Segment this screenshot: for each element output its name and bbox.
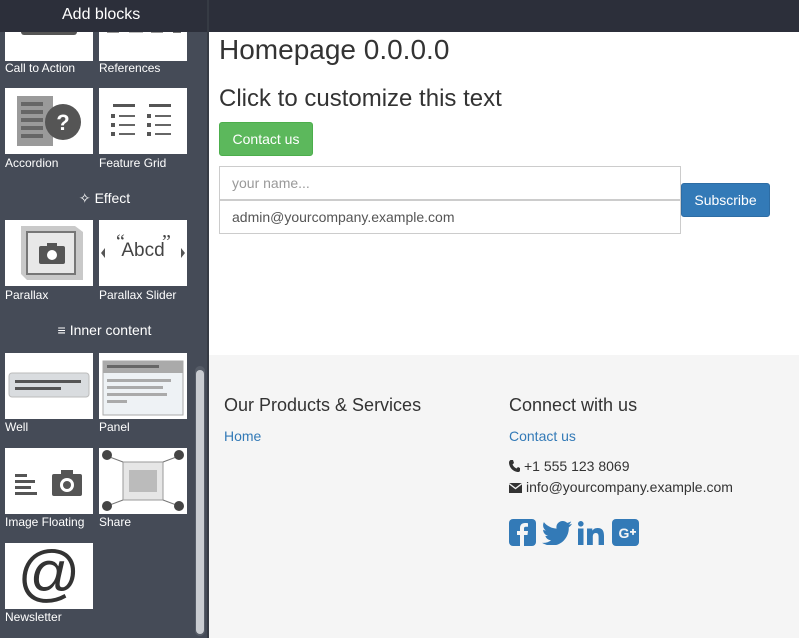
svg-text:?: ? [56,110,69,135]
section-label-effect: Effect [94,190,131,206]
snippet-accordion[interactable]: ? [5,88,93,154]
snippet-label-image-floating: Image Floating [5,515,85,529]
parallax-slider-sample-text: Abcd [121,240,165,261]
section-header-effect: ✧ Effect [0,190,209,207]
contact-us-button[interactable]: Contact us [219,122,313,156]
panel-icon [102,360,184,416]
magic-wand-icon: ✧ [78,190,91,206]
footer-phone: +1 555 123 8069 [509,458,630,474]
editor-window: Call to Action References ? Accordion Fe… [0,0,799,638]
email-input[interactable]: admin@yourcompany.example.com [219,200,681,234]
snippet-label-share: Share [99,515,132,529]
well-icon [8,372,90,398]
phone-icon [509,460,520,472]
snippet-image-floating[interactable] [5,448,93,514]
footer-email: info@yourcompany.example.com [508,479,733,495]
page-title[interactable]: Homepage 0.0.0.0 [219,34,449,66]
snippet-label-feature-grid: Feature Grid [99,156,167,170]
footer-email-text: info@yourcompany.example.com [526,479,733,495]
image-floating-icon [15,470,82,496]
page-subtitle[interactable]: Click to customize this text [219,85,502,113]
snippet-label-panel: Panel [99,420,130,434]
snippet-label-parallax: Parallax [5,288,49,302]
name-input[interactable]: your name... [219,166,681,200]
snippet-newsletter[interactable]: @ [5,543,93,609]
at-sign-icon: @ [17,543,81,608]
snippet-feature-grid[interactable] [99,88,187,154]
snippet-label-accordion: Accordion [5,156,59,170]
svg-text:G: G [619,525,630,541]
facebook-icon[interactable] [509,519,536,546]
footer-products-heading: Our Products & Services [224,395,422,415]
snippet-label-references: References [99,61,161,75]
linkedin-icon[interactable] [578,521,605,545]
section-header-inner-content: ≡ Inner content [0,322,209,338]
footer-phone-text: +1 555 123 8069 [524,458,630,474]
feature-grid-icon [111,104,171,136]
add-blocks-sidebar: Call to Action References ? Accordion Fe… [0,0,209,638]
snippet-well[interactable] [5,353,93,419]
page-canvas: Homepage 0.0.0.0 Click to customize this… [209,32,799,638]
google-plus-icon[interactable]: G [612,519,639,546]
snippet-panel[interactable] [99,353,187,419]
snippet-label-newsletter: Newsletter [5,610,62,624]
footer-home-link[interactable]: Home [224,428,261,444]
snippet-parallax-slider[interactable]: “ ” Abcd [99,220,187,286]
parallax-icon [21,226,83,280]
indent-icon: ≡ [57,322,66,338]
share-icon [102,450,184,511]
snippet-label-well: Well [5,420,29,434]
snippet-label-parallax-slider: Parallax Slider [99,288,177,302]
snippet-label-call-to-action: Call to Action [5,61,76,75]
footer-connect-heading: Connect with us [509,395,638,415]
snippet-parallax[interactable] [5,220,93,286]
twitter-icon[interactable] [542,521,572,545]
sidebar-scrollbar-thumb[interactable] [196,370,204,634]
footer-contact-link[interactable]: Contact us [509,428,576,444]
snippet-share[interactable] [99,448,187,514]
section-label-inner-content: Inner content [69,322,152,338]
subscribe-button[interactable]: Subscribe [681,183,770,217]
accordion-icon: ? [17,96,81,146]
footer: Our Products & Services Home Connect wit… [209,355,799,638]
sidebar-header: Add blocks [0,0,209,32]
sidebar-title: Add blocks [62,6,141,23]
editor-topbar [209,0,799,32]
envelope-icon [508,482,523,493]
